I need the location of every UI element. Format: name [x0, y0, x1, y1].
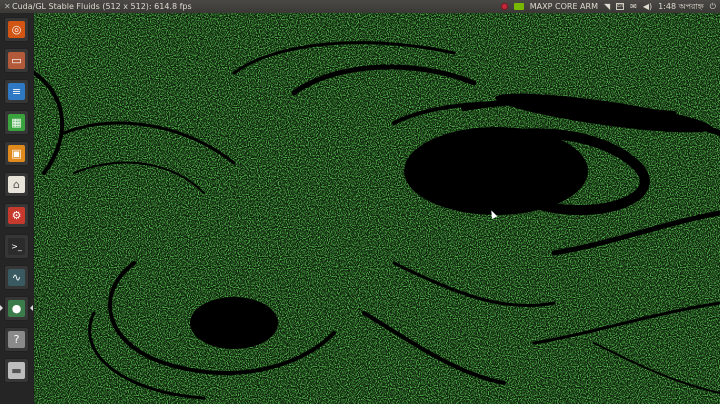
presentation-icon: ▣ — [8, 145, 25, 162]
fluid-simulation-canvas[interactable] — [34, 13, 720, 404]
launcher-drive[interactable]: ▬ — [4, 358, 29, 383]
launcher-writer[interactable]: ≡ — [4, 79, 29, 104]
launcher-terminal[interactable]: >_ — [4, 234, 29, 259]
launcher-calc[interactable]: ▦ — [4, 110, 29, 135]
document-icon: ≡ — [8, 83, 25, 100]
launcher-dash-home[interactable]: ◎ — [4, 17, 29, 42]
keyboard-layout-icon[interactable]: En — [616, 3, 625, 10]
mail-icon[interactable]: ✉ — [630, 0, 637, 13]
vortex-core-right — [404, 127, 588, 215]
globe-icon: ● — [8, 300, 25, 317]
launcher-system-monitor[interactable]: ∿ — [4, 265, 29, 290]
clock-time: 1:48 — [658, 2, 677, 11]
vortex-core-left — [190, 297, 278, 349]
clock-suffix: অপরাহ্ন — [678, 2, 704, 11]
window-title: Cuda/GL Stable Fluids (512 x 512): 614.8… — [12, 2, 192, 11]
launcher-impress[interactable]: ▣ — [4, 141, 29, 166]
launcher-files[interactable]: ▭ — [4, 48, 29, 73]
spreadsheet-icon: ▦ — [8, 114, 25, 131]
launcher-unknown-app[interactable]: ? — [4, 327, 29, 352]
launcher-software-center[interactable]: ⌂ — [4, 172, 29, 197]
ubuntu-logo-icon: ◎ — [8, 21, 25, 38]
clock[interactable]: 1:48 অপরাহ্ন — [658, 0, 704, 13]
volume-icon[interactable]: ◀) — [643, 0, 652, 13]
question-icon: ? — [8, 331, 25, 348]
launcher-fluid-app[interactable]: ● — [0, 296, 33, 321]
wifi-icon[interactable]: ◥ — [604, 0, 610, 13]
power-icon[interactable]: ⏻ — [710, 0, 716, 13]
top-panel: ✕ Cuda/GL Stable Fluids (512 x 512): 614… — [0, 0, 720, 13]
keyboard-label: En — [617, 3, 624, 9]
launcher: ◎ ▭ ≡ ▦ ▣ ⌂ ⚙ >_ ∿ ●? ▬ — [0, 13, 34, 404]
indicator-area: MAXP CORE ARM ◥ En ✉ ◀) 1:48 অপরাহ্ন ⏻ — [500, 0, 716, 13]
shopping-bag-icon: ⌂ — [8, 176, 25, 193]
network-label[interactable]: MAXP CORE ARM — [530, 0, 598, 13]
launcher-system-settings[interactable]: ⚙ — [4, 203, 29, 228]
terminal-icon: >_ — [8, 238, 25, 255]
drive-icon: ▬ — [8, 362, 25, 379]
monitor-graph-icon: ∿ — [8, 269, 25, 286]
close-icon[interactable]: ✕ — [4, 0, 11, 13]
file-cabinet-icon: ▭ — [8, 52, 25, 69]
record-indicator-icon[interactable] — [500, 3, 508, 10]
wrench-gear-icon: ⚙ — [8, 207, 25, 224]
nvidia-icon[interactable] — [513, 3, 524, 10]
